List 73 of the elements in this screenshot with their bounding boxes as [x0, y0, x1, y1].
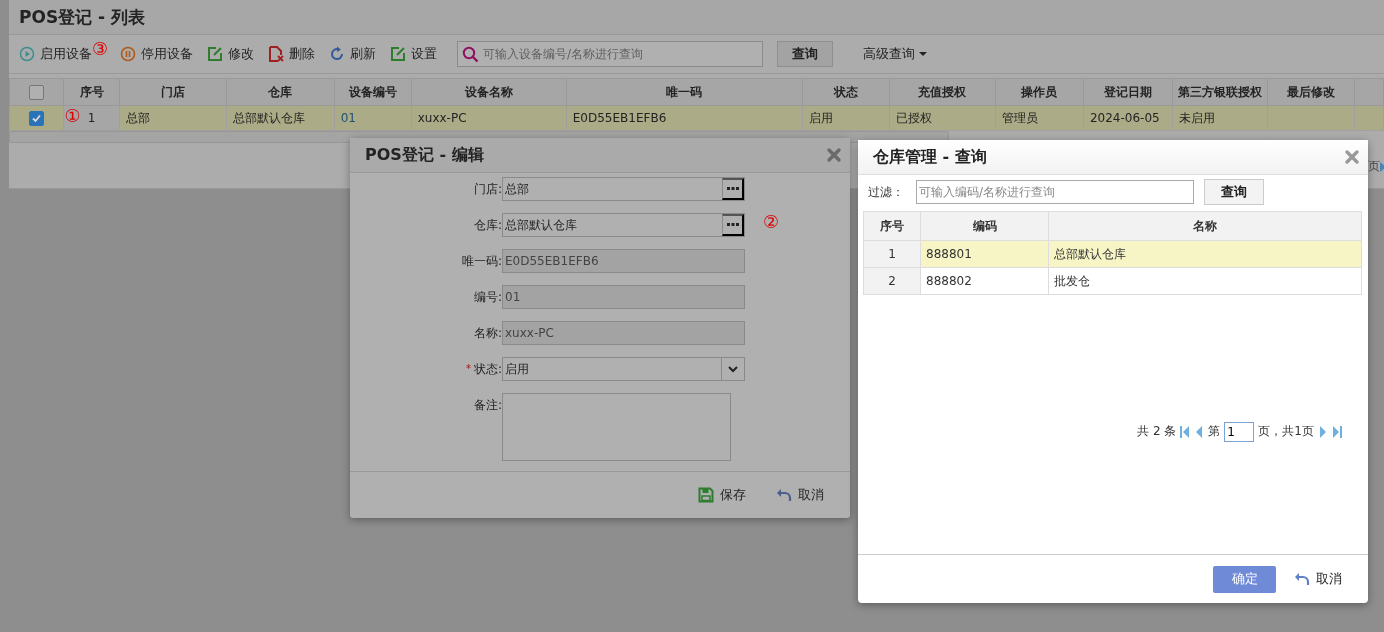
- table-row[interactable]: ① 1 总部 总部默认仓库 01 xuxx-PC E0D55EB1EFB6 启用 已授权 管理员 2024-06-05 未启用: [9, 105, 1384, 131]
- toolbar-button[interactable]: 停用设备: [120, 45, 193, 63]
- table-cell: 管理员: [1001, 110, 1038, 125]
- column-header: 序号: [63, 78, 120, 106]
- table-cell: 888802: [926, 274, 972, 288]
- required-marker: *: [465, 362, 471, 376]
- record-count: 共 2 条: [1137, 423, 1177, 440]
- readonly-field: 01: [502, 285, 745, 309]
- field-label: 门店:: [473, 181, 502, 198]
- pager-text: 第: [1208, 423, 1221, 440]
- column-header: 编码: [920, 211, 1049, 241]
- filter-field[interactable]: 可输入编码/名称进行查询: [916, 180, 1194, 204]
- column-header: 名称: [1048, 211, 1362, 241]
- lookup-field[interactable]: 总部: [502, 177, 745, 201]
- table-cell: 01: [340, 111, 356, 125]
- column-header: 第三方银联授权: [1172, 78, 1268, 106]
- dialog-title: 仓库管理 - 查询: [873, 146, 987, 168]
- cancel-button[interactable]: 取消: [776, 486, 824, 504]
- field-label: 备注:: [473, 397, 502, 414]
- lookup-field[interactable]: 总部默认仓库: [502, 213, 745, 237]
- table-cell: 总部默认仓库: [233, 110, 306, 125]
- search-field[interactable]: 可输入设备编号/名称进行查询: [457, 41, 763, 67]
- save-button[interactable]: 保存: [698, 486, 746, 504]
- query-button[interactable]: 查询: [1204, 179, 1264, 205]
- pager-text: 页: [1368, 158, 1380, 175]
- column-header: 唯一码: [566, 78, 803, 106]
- annotation-mark: ①: [64, 107, 81, 125]
- field-label: 名称:: [473, 325, 502, 342]
- table-cell: 1: [888, 247, 896, 261]
- table-cell: 2024-06-05: [1089, 111, 1160, 125]
- window-title: POS登记 - 列表: [19, 5, 146, 29]
- table-cell: 未启用: [1178, 110, 1215, 125]
- advanced-query-dropdown[interactable]: 高级查询: [857, 44, 933, 64]
- toolbar-button[interactable]: 启用设备: [19, 45, 92, 63]
- column-header: 仓库: [226, 78, 335, 106]
- table-cell: 批发仓: [1054, 273, 1091, 288]
- table-cell: 总部: [125, 110, 150, 125]
- column-header: 状态: [802, 78, 890, 106]
- table-cell: xuxx-PC: [417, 111, 467, 125]
- page-number-field[interactable]: 1: [1224, 421, 1255, 442]
- table-cell: 1: [87, 111, 96, 125]
- column-header: 登记日期: [1083, 78, 1173, 106]
- search-button[interactable]: 查询: [777, 41, 833, 67]
- status-dropdown[interactable]: 启用: [502, 357, 745, 381]
- dialog-title: POS登记 - 编辑: [365, 144, 484, 166]
- cancel-button[interactable]: 取消: [1294, 570, 1342, 588]
- field-label: 唯一码:: [461, 253, 502, 270]
- column-header: 最后修改: [1267, 78, 1355, 106]
- column-header: 序号: [863, 211, 921, 241]
- toolbar-button[interactable]: 刷新: [329, 45, 376, 63]
- column-header: 门店: [119, 78, 227, 106]
- table-cell: 启用: [809, 110, 833, 125]
- field-label: 编号:: [473, 289, 502, 306]
- table-cell: 总部默认仓库: [1054, 246, 1127, 261]
- table-cell: 2: [888, 274, 896, 288]
- field-label: 仓库:: [473, 217, 502, 234]
- column-header: 操作员: [995, 78, 1084, 106]
- table-cell: E0D55EB1EFB6: [572, 111, 667, 125]
- toolbar-button[interactable]: 删除: [268, 45, 315, 63]
- readonly-field: E0D55EB1EFB6: [502, 249, 745, 273]
- field-label: 状态:: [473, 361, 502, 378]
- table-cell: 已授权: [895, 110, 932, 125]
- readonly-field: xuxx-PC: [502, 321, 745, 345]
- annotation-mark: ③: [92, 40, 109, 58]
- filter-label: 过滤：: [868, 183, 905, 201]
- column-header: 设备编号: [334, 78, 412, 106]
- toolbar-button[interactable]: 修改: [207, 45, 254, 63]
- column-header: 设备名称: [411, 78, 567, 106]
- annotation-mark: ②: [763, 213, 780, 231]
- table-cell: 888801: [926, 247, 972, 261]
- column-header: 充值授权: [889, 78, 996, 106]
- toolbar-button[interactable]: 设置: [390, 45, 437, 63]
- pager-text: 页，共1页: [1258, 423, 1314, 440]
